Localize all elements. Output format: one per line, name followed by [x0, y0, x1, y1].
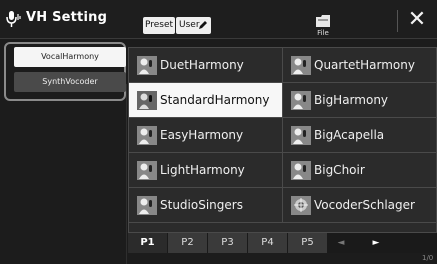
preset-cell-bigacapella[interactable]: BigAcapella — [283, 118, 436, 153]
preset-cell-lightharmony[interactable]: LightHarmony — [129, 153, 283, 188]
preset-cell-bigharmony[interactable]: BigHarmony — [283, 83, 436, 118]
page-tab-p3[interactable]: P3 — [208, 233, 248, 253]
singer-icon — [291, 126, 311, 145]
page-title: VH Setting — [26, 10, 108, 25]
file-button[interactable]: File — [305, 11, 341, 37]
preset-name: EasyHarmony — [160, 128, 244, 142]
folder-icon — [316, 15, 330, 27]
preset-name: VocoderSchlager — [314, 198, 415, 212]
close-button[interactable]: ✕ — [402, 6, 432, 34]
preset-name: StudioSingers — [160, 198, 243, 212]
page-tab-bar: P1 P2 P3 P4 P5 ◄ ► — [128, 233, 437, 253]
singer-icon — [291, 161, 311, 180]
preset-name: QuartetHarmony — [314, 58, 415, 72]
preset-cell-standardharmony[interactable]: StandardHarmony — [129, 83, 283, 118]
category-vocalharmony-button[interactable]: VocalHarmony — [14, 47, 126, 67]
preset-cell-duetharmony[interactable]: DuetHarmony — [129, 48, 283, 83]
divider — [397, 10, 398, 32]
preset-grid: DuetHarmony QuartetHarmony StandardHarmo… — [128, 47, 437, 233]
preset-cell-easyharmony[interactable]: EasyHarmony — [129, 118, 283, 153]
file-label: File — [317, 29, 329, 37]
preset-name: BigAcapella — [314, 128, 385, 142]
preset-cell-quartetharmony[interactable]: QuartetHarmony — [283, 48, 436, 83]
preset-name: DuetHarmony — [160, 58, 244, 72]
page-indicator: 1/0 — [422, 254, 434, 262]
page-tab-p2[interactable]: P2 — [168, 233, 208, 253]
singer-icon — [291, 56, 311, 75]
singer-icon — [137, 126, 157, 145]
preset-name: BigHarmony — [314, 93, 389, 107]
page-tab-p5[interactable]: P5 — [288, 233, 328, 253]
pencil-icon — [199, 21, 207, 29]
next-page-button[interactable]: ► — [363, 233, 389, 253]
preset-cell-bigchoir[interactable]: BigChoir — [283, 153, 436, 188]
singer-icon — [137, 91, 157, 110]
singer-icon — [137, 161, 157, 180]
preset-tab-button[interactable]: Preset — [143, 17, 175, 34]
title-bar: VH Setting Preset User File ✕ — [0, 0, 437, 39]
preset-name: LightHarmony — [160, 163, 245, 177]
microphone-harmony-icon — [6, 11, 21, 27]
user-tab-button[interactable]: User — [176, 17, 211, 34]
category-synthvocoder-button[interactable]: SynthVocoder — [14, 72, 126, 92]
divider — [126, 84, 127, 264]
previous-page-button[interactable]: ◄ — [328, 233, 354, 253]
singer-icon — [137, 56, 157, 75]
page-tab-p4[interactable]: P4 — [248, 233, 288, 253]
vocoder-icon — [291, 196, 311, 215]
singer-icon — [137, 196, 157, 215]
singer-icon — [291, 91, 311, 110]
preset-name: StandardHarmony — [160, 93, 270, 107]
page-tab-p1[interactable]: P1 — [128, 233, 168, 253]
preset-cell-studiosingers[interactable]: StudioSingers — [129, 188, 283, 223]
preset-name: BigChoir — [314, 163, 365, 177]
preset-cell-vocoderschlager[interactable]: VocoderSchlager — [283, 188, 436, 223]
